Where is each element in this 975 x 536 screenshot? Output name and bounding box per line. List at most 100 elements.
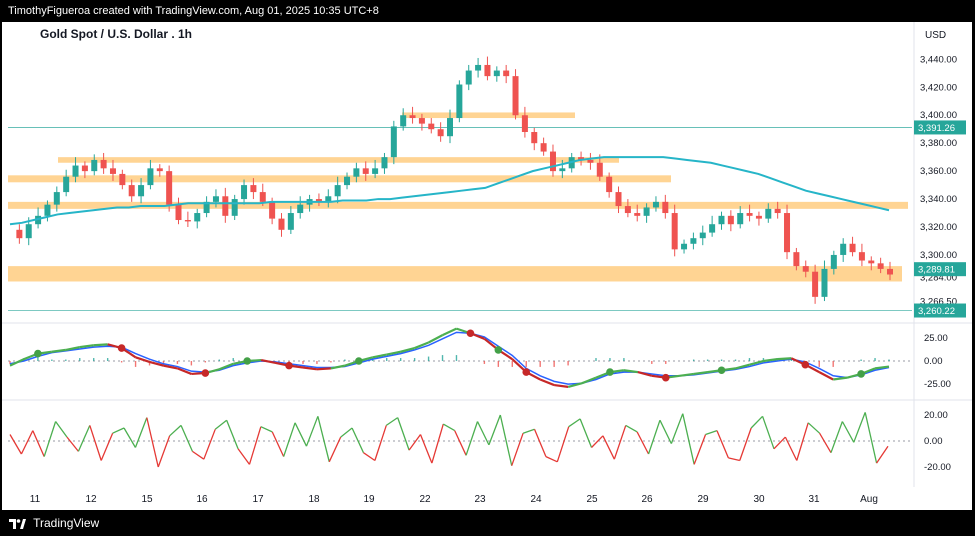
oscillator-segment	[728, 457, 740, 462]
price-axis-tick: 3,360.00	[920, 166, 957, 177]
candle-body	[531, 132, 538, 144]
macd-cross-marker	[243, 357, 251, 365]
price-axis-tick: 3,380.00	[920, 138, 957, 149]
oscillator-segment	[545, 456, 558, 463]
oscillator-segment	[761, 416, 775, 450]
candle-body	[409, 115, 416, 119]
chart-title: Gold Spot / U.S. Dollar . 1h	[40, 27, 192, 41]
oscillator-axis-tick: -20.00	[924, 462, 951, 473]
candle-body	[802, 266, 809, 272]
price-label: 3,289.81	[918, 265, 955, 276]
oscillator-segment	[693, 434, 707, 465]
price-axis-tick: 3,300.00	[920, 250, 957, 261]
oscillator-segment	[819, 432, 832, 454]
candle-body	[241, 185, 248, 200]
oscillator-segment	[533, 429, 547, 457]
oscillator-axis-tick: 20.00	[924, 410, 948, 421]
candle-body	[362, 168, 369, 174]
candle-body	[849, 243, 856, 253]
time-axis-label: 29	[697, 494, 709, 505]
candle-body	[128, 185, 135, 197]
sr-zone	[58, 157, 619, 163]
candle-body	[287, 213, 294, 230]
candle-body	[16, 229, 23, 239]
candle-body	[877, 263, 884, 269]
time-axis-label: 18	[308, 494, 320, 505]
candle-body	[259, 192, 266, 202]
oscillator-segment	[43, 421, 57, 457]
candle-body	[231, 199, 238, 216]
oscillator-segment	[568, 418, 581, 428]
time-axis-label: 26	[641, 494, 653, 505]
brand-label: TradingView	[33, 516, 100, 530]
candle-body	[156, 168, 163, 172]
oscillator-segment	[807, 422, 821, 434]
candle-body	[652, 201, 659, 208]
candle-body	[372, 168, 379, 174]
candle-body	[175, 204, 182, 221]
oscillator-segment	[419, 434, 433, 464]
macd-cross-marker	[201, 369, 210, 377]
oscillator-segment	[784, 436, 798, 461]
oscillator-segment	[9, 434, 22, 455]
macd-cross-marker	[522, 368, 531, 376]
macd-line-segment	[777, 357, 792, 361]
candle-body	[540, 143, 547, 152]
oscillator-segment	[841, 421, 855, 443]
candle-body	[718, 215, 725, 225]
candle-body	[456, 84, 463, 119]
candle-body	[44, 204, 51, 216]
candle-body	[615, 192, 622, 207]
oscillator-axis-tick: 0.00	[924, 436, 943, 447]
candle-body	[63, 176, 70, 193]
tradingview-logo-icon	[9, 518, 26, 529]
macd-line-segment	[818, 371, 834, 381]
oscillator-segment	[123, 427, 136, 448]
macd-axis-tick: 25.00	[924, 333, 948, 344]
candle-body	[596, 162, 603, 177]
time-axis-label: 16	[196, 494, 208, 505]
oscillator-segment	[248, 426, 262, 465]
time-axis-label: 11	[30, 494, 41, 505]
footer-bar: TradingView	[0, 510, 975, 536]
macd-cross-marker	[466, 329, 475, 338]
macd-cross-marker	[661, 373, 670, 382]
macd-cross-marker	[494, 346, 503, 354]
time-axis-label: 19	[363, 494, 375, 505]
macd-line-segment	[260, 358, 276, 364]
macd-axis-tick: -25.00	[924, 379, 951, 390]
oscillator-segment	[739, 427, 752, 461]
oscillator-segment	[305, 416, 319, 447]
candle-body	[390, 126, 397, 158]
oscillator-segment	[283, 422, 296, 457]
macd-cross-marker	[857, 370, 865, 378]
candle-body	[671, 213, 678, 250]
candle-body	[690, 238, 697, 244]
chart-frame[interactable]: Gold Spot / U.S. Dollar . 1h USD 11 12 15 1…	[2, 22, 972, 510]
candle-body	[549, 151, 556, 172]
candle-body	[484, 64, 491, 77]
oscillator-segment	[522, 428, 535, 434]
macd-cross-marker	[285, 361, 293, 370]
oscillator-segment	[465, 421, 479, 456]
oscillator-segment	[134, 417, 148, 448]
time-axis-label: 23	[474, 494, 486, 505]
oscillator-segment	[397, 417, 410, 451]
oscillator-segment	[237, 448, 250, 465]
price-axis-tick: 3,400.00	[920, 110, 957, 121]
oscillator-segment	[511, 432, 524, 466]
oscillator-segment	[488, 414, 501, 446]
time-axis-label: 24	[530, 494, 542, 505]
oscillator-segment	[260, 426, 273, 433]
oscillator-segment	[214, 419, 228, 430]
oscillator-segment	[157, 435, 171, 468]
oscillator-segment	[625, 424, 638, 433]
candle-body	[587, 159, 594, 163]
price-chart[interactable]: Gold Spot / U.S. Dollar . 1h USD 11 12 15 1…	[2, 22, 972, 510]
oscillator-segment	[659, 419, 672, 444]
oscillator-segment	[716, 430, 729, 459]
candle-body	[100, 159, 107, 169]
oscillator-segment	[77, 425, 91, 452]
credit-text: TimothyFigueroa created with TradingView…	[8, 5, 379, 17]
candle-body	[765, 208, 772, 219]
